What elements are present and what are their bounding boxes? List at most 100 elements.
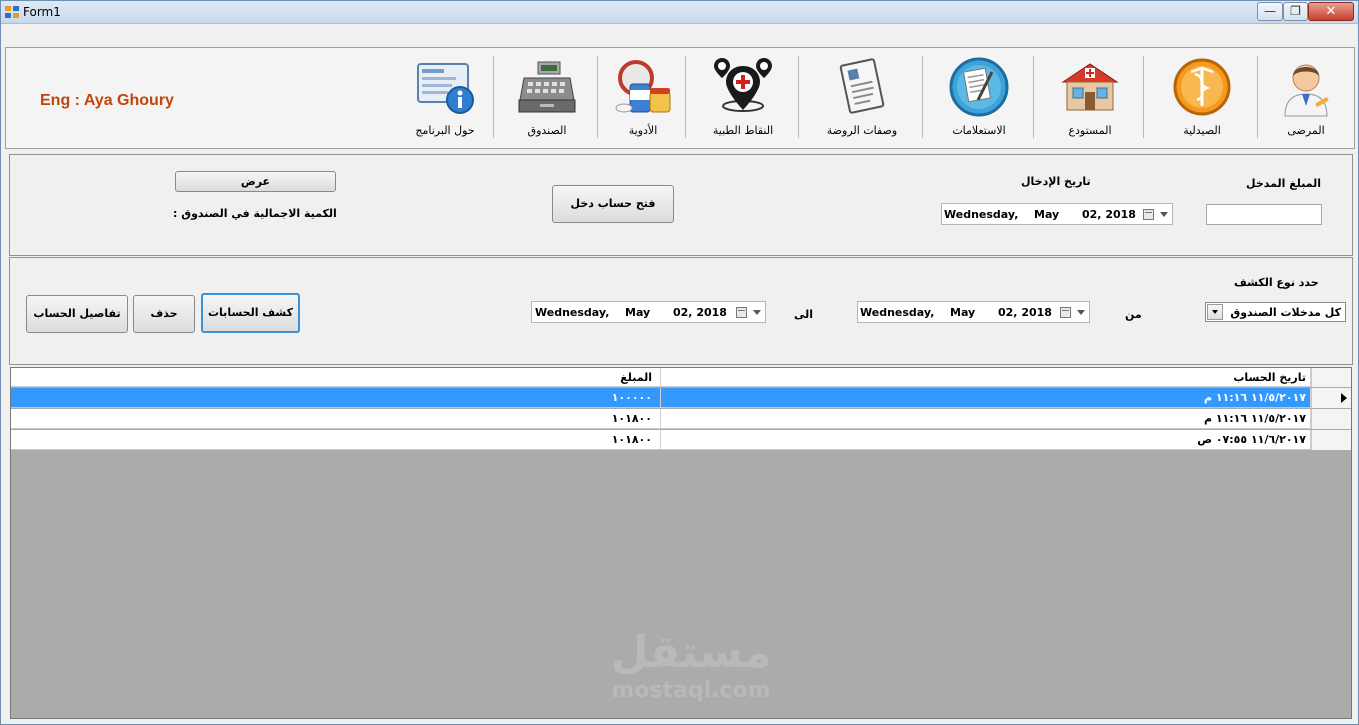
calendar-icon [1060, 307, 1071, 318]
toolbar-item-medical-points-label: النقاط الطبية [712, 124, 774, 137]
toolbar-item-cashbox[interactable]: الصندوق [497, 52, 597, 142]
maximize-icon: ❐ [1290, 4, 1301, 18]
maximize-button[interactable]: ❐ [1283, 2, 1308, 21]
watermark-arabic: مستقل [610, 627, 772, 678]
toolbar-item-medicine[interactable]: الأدوية [601, 52, 685, 142]
to-date-picker[interactable]: Wednesday, May 02, 2018 [531, 301, 766, 323]
title-bar: Form1 — ❐ ✕ [1, 1, 1358, 24]
calendar-icon [736, 307, 747, 318]
medical-pins-icon [714, 58, 772, 112]
table-row[interactable]: ١١/٦/٢٠١٧ ٠٧:٥٥ ص ١٠١٨٠٠ [11, 430, 1351, 450]
medicine-icon [615, 60, 671, 113]
from-date-month: May [950, 306, 976, 319]
toolbar-item-cashbox-label: الصندوق [527, 124, 567, 137]
grid-corner-header [1311, 368, 1351, 387]
toolbar-item-about[interactable]: حول البرنامج [395, 52, 495, 142]
toolbar-separator [922, 56, 923, 138]
entry-date-rest: 02, 2018 [1082, 208, 1136, 221]
row-amount[interactable]: ١٠١٨٠٠ [11, 409, 661, 429]
toolbar-item-warehouse[interactable]: المستودع [1037, 52, 1143, 142]
toolbar-item-medical-points[interactable]: النقاط الطبية [689, 52, 797, 142]
row-header[interactable] [1311, 409, 1351, 429]
from-date-day: Wednesday, [860, 306, 935, 319]
total-in-cashbox-label: الكمية الاجمالية في الصندوق : [173, 207, 337, 220]
watermark-latin: mostaql.com [611, 678, 771, 703]
author-label: Eng : Aya Ghoury [40, 92, 174, 109]
toolbar-separator [1033, 56, 1034, 138]
main-window: Form1 — ❐ ✕ Eng : Aya Ghoury حول البرنام… [0, 0, 1359, 725]
to-label: الى [794, 308, 814, 321]
from-date-picker[interactable]: Wednesday, May 02, 2018 [857, 301, 1090, 323]
accounts-grid: تاريخ الحساب المبلغ ١١/٥/٢٠١٧ ١١:١٦ م ١٠… [10, 367, 1352, 719]
from-date-rest: 02, 2018 [998, 306, 1052, 319]
toolbar-item-pharmacy-label: الصيدلية [1183, 124, 1221, 137]
main-toolbar: Eng : Aya Ghoury حول البرنامج الصندوق ال… [5, 47, 1355, 149]
from-label: من [1125, 308, 1142, 321]
toolbar-item-pharmacy[interactable]: الصيدلية [1147, 52, 1257, 142]
minimize-button[interactable]: — [1257, 2, 1283, 21]
toolbar-item-queries[interactable]: الاستعلامات [926, 52, 1032, 142]
info-icon [417, 63, 474, 114]
calendar-icon [1143, 209, 1154, 220]
row-date[interactable]: ١١/٥/٢٠١٧ ١١:١٦ م [661, 388, 1311, 408]
entry-date-label: تاريخ الإدخال [1021, 175, 1091, 188]
watermark: مستقل mostaql.com [601, 628, 781, 704]
toolbar-item-warehouse-label: المستودع [1068, 124, 1112, 137]
warehouse-icon [1061, 63, 1119, 111]
chevron-down-icon [1207, 304, 1223, 320]
row-header[interactable] [1311, 430, 1351, 450]
report-type-value: كل مدخلات الصندوق [1230, 306, 1341, 319]
delete-button[interactable]: حذف [133, 295, 195, 333]
cash-register-icon [518, 61, 576, 113]
entry-date-day: Wednesday, [944, 208, 1019, 221]
amount-label: المبلغ المدخل [1246, 177, 1321, 190]
minimize-icon: — [1264, 4, 1276, 18]
chevron-down-icon [1077, 310, 1085, 315]
patient-icon [1284, 64, 1329, 117]
toolbar-item-queries-label: الاستعلامات [952, 124, 1006, 137]
account-details-button[interactable]: تفاصيل الحساب [26, 295, 128, 333]
prescription-icon [839, 58, 885, 114]
chevron-down-icon [1160, 212, 1168, 217]
app-icon [5, 6, 19, 18]
toolbar-separator [493, 56, 494, 138]
toolbar-separator [1257, 56, 1258, 138]
toolbar-item-prescriptions[interactable]: وصفات الروضة [802, 52, 922, 142]
row-amount[interactable]: ١٠٠٠٠٠ [11, 388, 661, 408]
report-type-select[interactable]: كل مدخلات الصندوق [1205, 302, 1346, 322]
pharmacy-icon [1173, 58, 1231, 116]
chevron-down-icon [753, 310, 761, 315]
toolbar-item-about-label: حول البرنامج [415, 124, 475, 137]
query-icon [949, 57, 1009, 117]
row-header[interactable] [1311, 388, 1351, 408]
entry-date-month: May [1034, 208, 1060, 221]
account-statement-button[interactable]: كشف الحسابات [201, 293, 300, 333]
table-row[interactable]: ١١/٥/٢٠١٧ ١١:١٦ م ١٠١٨٠٠ [11, 409, 1351, 429]
column-header-amount[interactable]: المبلغ [11, 368, 661, 387]
open-income-account-button[interactable]: فتح حساب دخل [552, 185, 674, 223]
row-date[interactable]: ١١/٥/٢٠١٧ ١١:١٦ م [661, 409, 1311, 429]
toolbar-separator [597, 56, 598, 138]
report-type-label: حدد نوع الكشف [1234, 276, 1319, 289]
toolbar-item-medicine-label: الأدوية [628, 124, 658, 137]
close-icon: ✕ [1325, 4, 1337, 19]
toolbar-item-prescriptions-label: وصفات الروضة [826, 124, 898, 137]
row-amount[interactable]: ١٠١٨٠٠ [11, 430, 661, 450]
toolbar-item-patients-label: المرضى [1287, 124, 1325, 137]
income-entry-panel: المبلغ المدخل تاريخ الإدخال Wednesday, M… [9, 154, 1353, 256]
show-total-button[interactable]: عرض [175, 171, 336, 192]
column-header-date[interactable]: تاريخ الحساب [661, 368, 1311, 387]
row-date[interactable]: ١١/٦/٢٠١٧ ٠٧:٥٥ ص [661, 430, 1311, 450]
current-row-pointer-icon [1341, 393, 1347, 403]
toolbar-separator [1143, 56, 1144, 138]
table-row[interactable]: ١١/٥/٢٠١٧ ١١:١٦ م ١٠٠٠٠٠ [11, 388, 1351, 408]
close-button[interactable]: ✕ [1308, 2, 1354, 21]
to-date-month: May [625, 306, 651, 319]
to-date-rest: 02, 2018 [673, 306, 727, 319]
to-date-day: Wednesday, [535, 306, 610, 319]
entry-date-picker[interactable]: Wednesday, May 02, 2018 [941, 203, 1173, 225]
grid-header: تاريخ الحساب المبلغ [11, 368, 1351, 387]
toolbar-item-patients[interactable]: المرضى [1261, 52, 1351, 142]
window-title: Form1 [23, 5, 61, 19]
amount-input[interactable] [1206, 204, 1322, 225]
